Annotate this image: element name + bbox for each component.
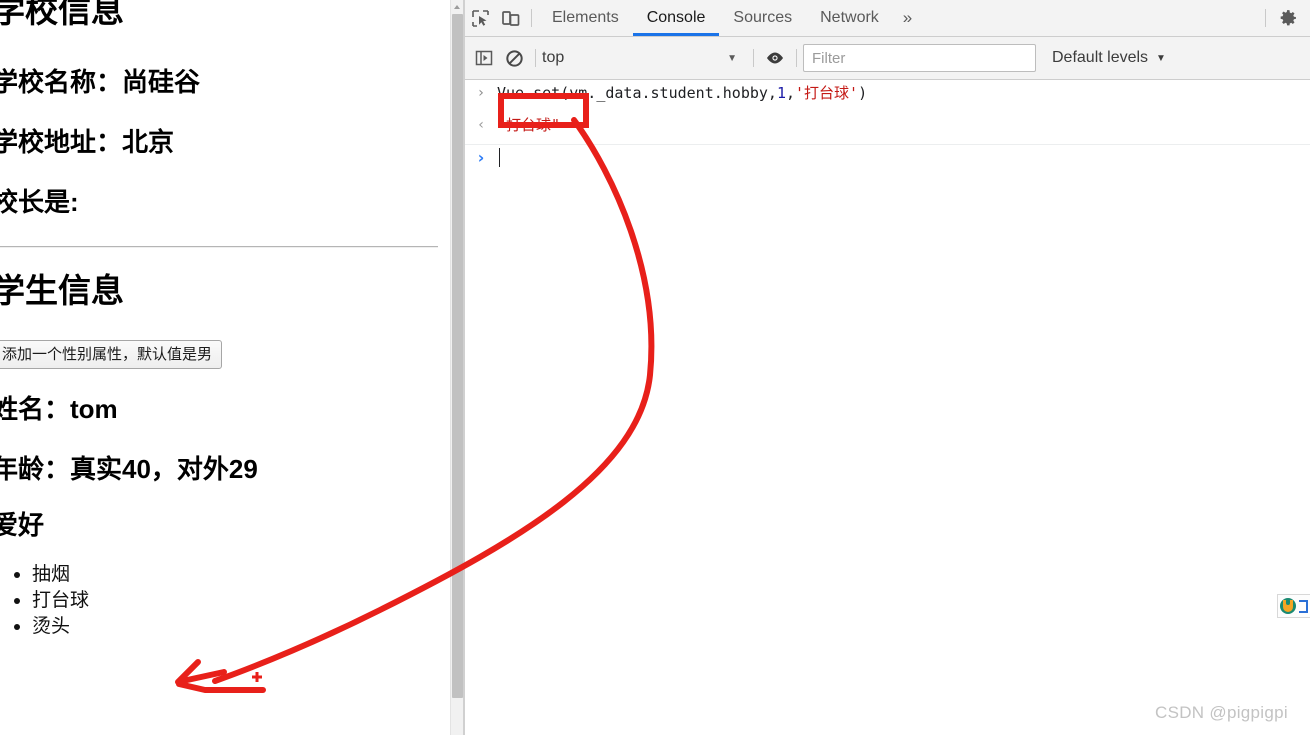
text-caret	[499, 148, 500, 167]
input-chevron-icon: ›	[478, 85, 484, 101]
tab-elements[interactable]: Elements	[538, 0, 633, 36]
devtools-panel: Elements Console Sources Network » top ▼…	[465, 0, 1310, 735]
console-filter-toolbar: top ▼ Default levels ▼	[465, 37, 1310, 80]
list-item: 打台球	[32, 587, 450, 613]
tab-sources[interactable]: Sources	[719, 0, 806, 36]
devtools-tabbar-right	[1259, 4, 1310, 32]
execution-context-value: top	[542, 49, 565, 66]
page-vertical-scrollbar[interactable]	[450, 0, 464, 735]
command-arg: '打台球'	[795, 84, 859, 102]
command-mid: (vm._data.student.hobby,	[560, 84, 777, 102]
console-output-row[interactable]: ‹ "打台球"	[465, 112, 1310, 145]
watermark-text: CSDN @pigpigpi	[1155, 703, 1288, 722]
live-expression-eye-icon[interactable]	[760, 44, 790, 72]
console-filter-input[interactable]	[803, 44, 1036, 72]
device-toolbar-icon[interactable]	[495, 4, 525, 32]
clear-console-icon[interactable]	[499, 44, 529, 72]
console-result-text: "打台球"	[497, 116, 561, 134]
toolbar-separator	[796, 49, 797, 67]
extension-secondary-icon	[1299, 599, 1308, 613]
browser-extension-badge[interactable]	[1277, 594, 1310, 618]
screenshot-root: 学校信息 学校名称：尚硅谷 学校地址：北京 校长是: 学生信息 添加一个性别属性…	[0, 0, 1310, 735]
devtools-tabbar: Elements Console Sources Network »	[465, 0, 1310, 37]
hobby-list: 抽烟 打台球 烫头	[0, 561, 450, 639]
log-levels-label: Default levels	[1052, 49, 1149, 66]
extension-logo-icon	[1280, 598, 1296, 614]
principal-line: 校长是:	[0, 186, 79, 217]
console-input-row[interactable]: › Vue.set(vm._data.student.hobby,1,'打台球'…	[465, 80, 1310, 112]
log-levels-dropdown[interactable]: Default levels ▼	[1052, 49, 1166, 67]
gear-icon[interactable]	[1272, 4, 1302, 32]
toolbar-separator	[535, 49, 536, 67]
school-name-line: 学校名称：尚硅谷	[0, 66, 201, 97]
console-message-list[interactable]: › Vue.set(vm._data.student.hobby,1,'打台球'…	[465, 80, 1310, 735]
command-suffix: )	[858, 84, 868, 102]
console-prompt-input[interactable]	[497, 148, 500, 168]
output-chevron-icon: ‹	[478, 117, 484, 133]
browser-page-viewport: 学校信息 学校名称：尚硅谷 学校地址：北京 校长是: 学生信息 添加一个性别属性…	[0, 0, 450, 735]
student-age-line: 年龄：真实40，对外29	[0, 453, 258, 484]
console-sidebar-icon[interactable]	[469, 44, 499, 72]
chevron-down-icon: ▼	[1156, 52, 1166, 64]
tab-console[interactable]: Console	[633, 0, 720, 36]
student-info-heading: 学生信息	[0, 271, 124, 309]
hobby-heading: 爱好	[0, 509, 45, 540]
toolbar-separator	[1265, 9, 1266, 27]
console-command-text: Vue.set(vm._data.student.hobby,1,'打台球')	[497, 83, 867, 103]
more-tabs-chevron-icon[interactable]: »	[893, 8, 922, 28]
list-item: 烫头	[32, 613, 450, 639]
school-info-heading: 学校信息	[0, 0, 124, 29]
list-item: 抽烟	[32, 561, 450, 587]
add-gender-button[interactable]: 添加一个性别属性，默认值是男	[0, 339, 223, 370]
toolbar-separator	[531, 9, 532, 27]
page-content: 学校信息 学校名称：尚硅谷 学校地址：北京 校长是: 学生信息 添加一个性别属性…	[0, 0, 450, 639]
command-prefix: Vue.set	[497, 84, 561, 102]
inspect-element-icon[interactable]	[465, 4, 495, 32]
student-name-line: 姓名：tom	[0, 394, 118, 425]
tab-network[interactable]: Network	[806, 0, 893, 36]
prompt-chevron-icon: ›	[477, 148, 485, 167]
execution-context-selector[interactable]: top ▼	[542, 49, 747, 67]
scrollbar-thumb[interactable]	[452, 14, 463, 698]
command-comma: ,	[786, 84, 796, 102]
chevron-down-icon: ▼	[727, 52, 737, 64]
console-prompt-row[interactable]: ›	[465, 145, 1310, 177]
school-address-line: 学校地址：北京	[0, 126, 175, 157]
toolbar-separator	[753, 49, 754, 67]
command-index: 1	[776, 84, 786, 102]
